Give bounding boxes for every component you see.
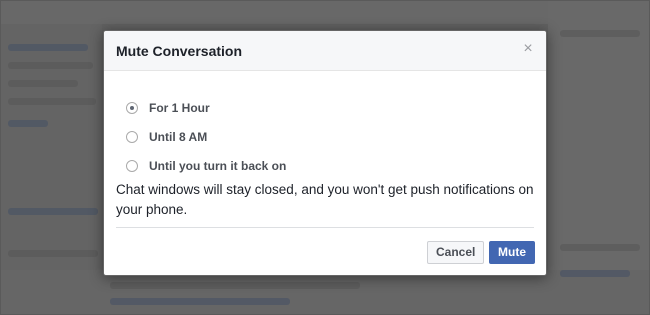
option-label[interactable]: Until you turn it back on: [149, 159, 286, 173]
radio-until-8am[interactable]: [126, 130, 138, 143]
close-icon[interactable]: ×: [519, 40, 537, 58]
option-until-turned-on[interactable]: Until you turn it back on: [126, 151, 286, 180]
dialog-title: Mute Conversation: [116, 43, 243, 59]
dialog-header: Mute Conversation ×: [104, 31, 546, 71]
dialog-footer: Cancel Mute: [427, 241, 535, 264]
mute-button[interactable]: Mute: [489, 241, 535, 264]
mute-conversation-dialog: Mute Conversation × For 1 Hour Until 8 A…: [103, 30, 547, 276]
option-until-8am[interactable]: Until 8 AM: [126, 122, 286, 151]
divider: [116, 227, 534, 228]
cancel-button[interactable]: Cancel: [427, 241, 484, 264]
radio-until-turned-on[interactable]: [126, 159, 138, 172]
radio-1-hour[interactable]: [126, 101, 138, 114]
option-label[interactable]: For 1 Hour: [149, 101, 210, 115]
dialog-message: Chat windows will stay closed, and you w…: [116, 182, 534, 217]
option-1-hour[interactable]: For 1 Hour: [126, 93, 286, 122]
mute-duration-options: For 1 Hour Until 8 AM Until you turn it …: [126, 93, 286, 180]
option-label[interactable]: Until 8 AM: [149, 130, 207, 144]
